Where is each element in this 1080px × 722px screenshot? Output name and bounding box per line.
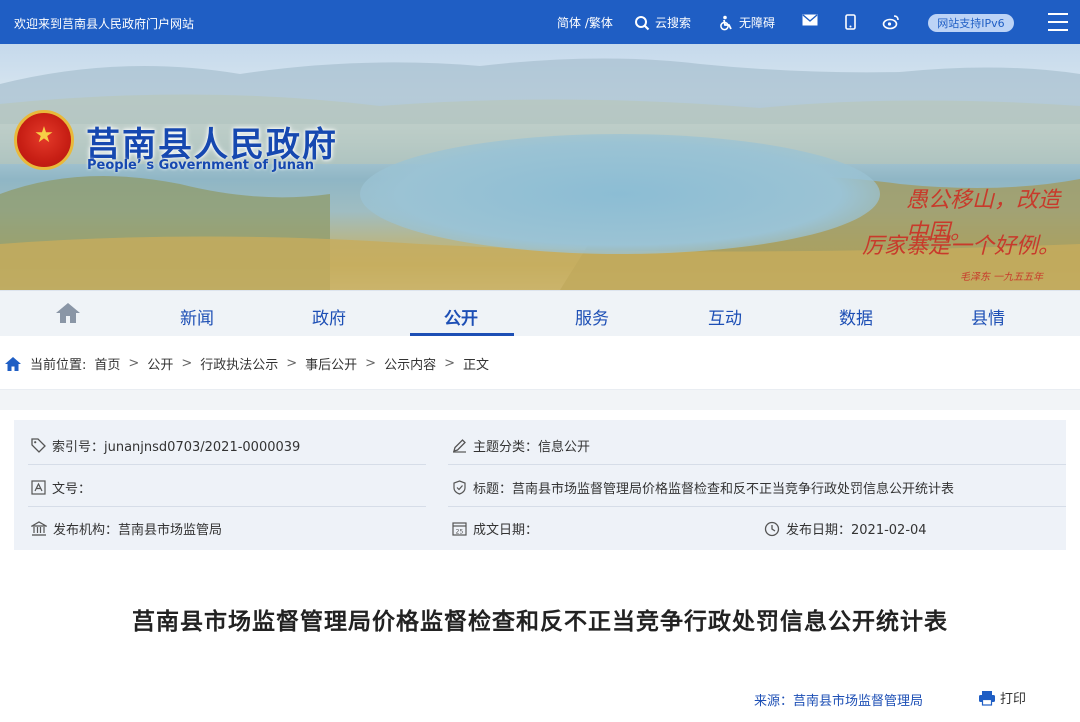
nav-item-disclosure[interactable]: 公开	[444, 304, 478, 329]
language-switch[interactable]: 简体 /繁体	[557, 14, 613, 31]
nav-item-news[interactable]: 新闻	[180, 304, 214, 329]
welcome-text: 欢迎来到莒南县人民政府门户网站	[14, 17, 195, 31]
meta-created-text: 成文日期：	[473, 523, 539, 538]
divider	[448, 506, 1066, 507]
breadcrumb-separator: >	[365, 356, 377, 371]
breadcrumb: 当前位置: 首页 > 公开 > 行政执法公示 > 事后公开 > 公示内容 > 正…	[0, 336, 1080, 390]
mail-button[interactable]	[802, 14, 818, 26]
cloud-search-label: 云搜索	[655, 16, 692, 30]
mobile-icon	[845, 14, 856, 30]
meta-title-text: 标题：莒南县市场监督管理局价格监督检查和反不正当竞争行政处罚信息公开统计表	[473, 482, 955, 497]
banner: 莒南县人民政府 People’ s Government of Junan 愚公…	[0, 44, 1080, 290]
pencil-icon	[453, 439, 466, 453]
divider	[28, 464, 426, 465]
meta-doc-no: 文号：	[31, 478, 91, 497]
breadcrumb-enforcement[interactable]: 行政执法公示	[200, 354, 278, 373]
wheelchair-icon	[720, 15, 732, 30]
svg-text:25: 25	[456, 529, 464, 536]
site-subtitle: People’ s Government of Junan	[87, 158, 314, 173]
divider	[28, 506, 426, 507]
meta-index: 索引号：junanjnsd0703/2021-0000039	[31, 436, 300, 455]
breadcrumb-home[interactable]: 首页	[94, 354, 120, 373]
document-title: 莒南县市场监督管理局价格监督检查和反不正当竞争行政处罚信息公开统计表	[132, 609, 948, 635]
nav-item-interaction[interactable]: 互动	[708, 304, 742, 329]
weibo-icon	[882, 15, 899, 30]
divider	[448, 464, 1066, 465]
breadcrumb-current: 正文	[463, 358, 490, 373]
nav-item-county-info[interactable]: 县情	[971, 304, 1005, 329]
home-icon[interactable]	[55, 302, 81, 324]
breadcrumb-separator: >	[444, 356, 455, 371]
breadcrumb-disclosure[interactable]: 公开	[147, 354, 173, 373]
calendar-icon: 25	[452, 522, 467, 536]
ipv6-badge: 网站支持IPv6	[928, 14, 1014, 32]
print-button[interactable]: 打印	[978, 688, 1026, 707]
meta-index-text: 索引号：junanjnsd0703/2021-0000039	[52, 440, 301, 455]
meta-topic: 主题分类：信息公开	[452, 436, 590, 455]
nav-item-services[interactable]: 服务	[575, 304, 609, 329]
mobile-button[interactable]	[845, 14, 856, 30]
tag-icon	[31, 438, 46, 453]
breadcrumb-post-disclosure[interactable]: 事后公开	[305, 354, 357, 373]
mail-icon	[802, 14, 818, 26]
document-number-icon	[31, 480, 46, 495]
calligraphy-signature: 毛泽东 一九五五年	[960, 272, 1044, 283]
document-source: 来源：莒南县市场监督管理局	[754, 694, 924, 709]
breadcrumb-separator: >	[286, 356, 298, 371]
breadcrumb-separator: >	[181, 356, 193, 371]
national-emblem-icon	[14, 110, 74, 170]
meta-publisher: 发布机构：莒南县市场监管局	[31, 519, 222, 538]
cloud-search-button[interactable]: 云搜索	[634, 14, 691, 31]
lake	[360, 134, 880, 254]
printer-icon	[979, 690, 995, 706]
main-nav: 新闻 政府 公开 服务 互动 数据 县情	[0, 290, 1080, 336]
meta-published: 发布日期：2021-02-04	[764, 519, 927, 538]
weibo-button[interactable]	[882, 14, 900, 30]
accessibility-label: 无障碍	[739, 16, 776, 30]
shield-check-icon	[453, 480, 466, 495]
home-small-icon	[5, 356, 21, 371]
nav-item-data[interactable]: 数据	[839, 304, 873, 329]
clock-icon	[764, 521, 780, 536]
meta-doc-no-text: 文号：	[52, 482, 92, 497]
meta-publisher-text: 发布机构：莒南县市场监管局	[53, 523, 223, 538]
institution-icon	[31, 521, 47, 536]
menu-icon[interactable]	[1048, 13, 1068, 31]
metadata-panel: 索引号：junanjnsd0703/2021-0000039 主题分类：信息公开…	[14, 420, 1066, 550]
meta-title: 标题：莒南县市场监督管理局价格监督检查和反不正当竞争行政处罚信息公开统计表	[452, 478, 954, 497]
breadcrumb-content[interactable]: 公示内容	[384, 354, 436, 373]
print-label: 打印	[1000, 692, 1027, 707]
breadcrumb-separator: >	[128, 356, 140, 371]
top-bar: 欢迎来到莒南县人民政府门户网站 简体 /繁体 云搜索 无障碍 网站支持IPv6	[0, 0, 1080, 44]
nav-item-government[interactable]: 政府	[312, 304, 346, 329]
search-icon	[635, 15, 650, 30]
meta-topic-text: 主题分类：信息公开	[473, 440, 591, 455]
meta-created: 25 成文日期：	[452, 519, 538, 538]
meta-published-text: 发布日期：2021-02-04	[786, 523, 927, 538]
accessibility-button[interactable]: 无障碍	[718, 14, 775, 31]
breadcrumb-label: 当前位置:	[30, 358, 87, 373]
calligraphy-line2: 厉家寨是一个好例。	[862, 234, 1061, 259]
